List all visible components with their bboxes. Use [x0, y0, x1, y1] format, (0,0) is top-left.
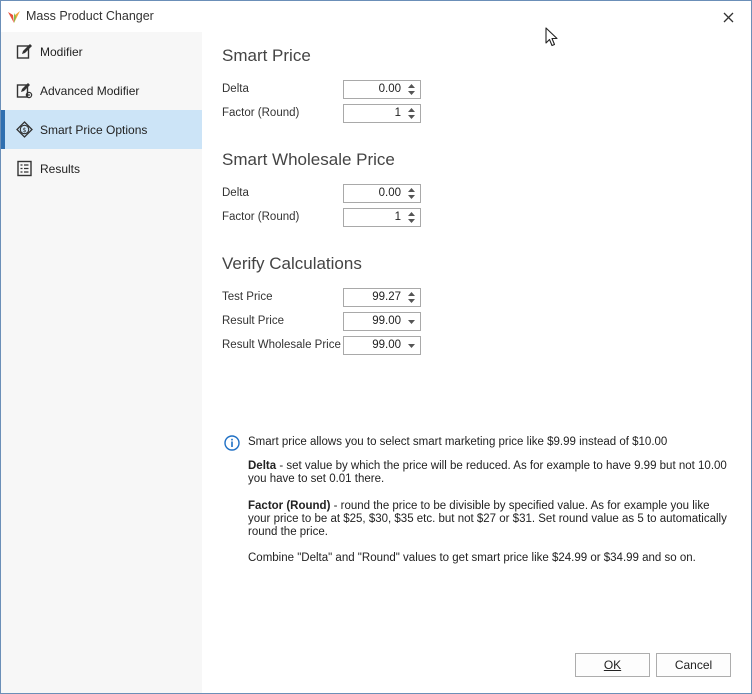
smart-price-delta-label: Delta	[222, 83, 249, 95]
spinner-arrows[interactable]	[404, 81, 420, 98]
spinner-arrows[interactable]	[404, 105, 420, 122]
spinner-value: 99.27	[372, 291, 401, 303]
result-price-label: Result Price	[222, 315, 284, 327]
section-title-smart-price: Smart Price	[222, 46, 311, 65]
chevron-down-icon	[408, 115, 415, 119]
result-wholesale-label: Result Wholesale Price	[222, 339, 341, 351]
chevron-up-icon	[408, 108, 415, 112]
chevron-down-icon	[408, 195, 415, 199]
cancel-button[interactable]: Cancel	[656, 653, 731, 677]
spinner-value: 1	[394, 211, 401, 223]
spinner-arrows[interactable]	[404, 209, 420, 226]
info-delta-term: Delta	[248, 460, 277, 472]
chevron-down-icon	[408, 299, 415, 303]
sidebar: Modifier Advanced Modifier $ Smart Price…	[1, 32, 202, 693]
smart-price-factor-spinner[interactable]: 1	[343, 104, 421, 123]
info-headline: Smart price allows you to select smart m…	[248, 436, 668, 448]
info-delta-text: - set value by which the price will be r…	[248, 460, 727, 485]
sidebar-item-label: Results	[40, 162, 81, 176]
section-title-smart-wholesale: Smart Wholesale Price	[222, 150, 395, 169]
chevron-down-icon	[408, 91, 415, 95]
info-factor-term: Factor (Round)	[248, 500, 331, 512]
wholesale-factor-label: Factor (Round)	[222, 211, 300, 223]
sidebar-item-label: Smart Price Options	[40, 123, 148, 137]
chevron-up-icon	[408, 292, 415, 296]
sidebar-item-advanced-modifier[interactable]: Advanced Modifier	[1, 71, 202, 110]
main-panel: Smart Price Delta 0.00 Factor (Round) 1 …	[202, 32, 751, 693]
test-price-spinner[interactable]: 99.27	[343, 288, 421, 307]
info-delta-paragraph: Delta - set value by which the price wil…	[248, 460, 728, 486]
spinner-value: 0.00	[378, 83, 401, 95]
mouse-cursor-icon	[545, 27, 558, 47]
sidebar-item-smart-price-options[interactable]: $ Smart Price Options	[1, 110, 202, 149]
spinner-value: 1	[394, 107, 401, 119]
sidebar-item-results[interactable]: Results	[1, 149, 202, 188]
chevron-down-icon	[408, 320, 415, 324]
advanced-edit-icon	[16, 83, 33, 99]
sidebar-item-label: Modifier	[40, 45, 83, 59]
dialog-window: Mass Product Changer Modifier Advanced M…	[0, 0, 752, 694]
close-button[interactable]	[715, 5, 741, 29]
app-logo-icon	[8, 11, 20, 23]
window-title: Mass Product Changer	[26, 9, 154, 23]
section-title-verify: Verify Calculations	[222, 254, 362, 273]
info-combine-paragraph: Combine "Delta" and "Round" values to ge…	[248, 552, 696, 564]
wholesale-delta-spinner[interactable]: 0.00	[343, 184, 421, 203]
combo-arrow[interactable]	[404, 337, 420, 354]
chevron-up-icon	[408, 188, 415, 192]
title-bar: Mass Product Changer	[1, 1, 751, 32]
smart-price-delta-spinner[interactable]: 0.00	[343, 80, 421, 99]
spinner-arrows[interactable]	[404, 289, 420, 306]
result-price-combo[interactable]: 99.00	[343, 312, 421, 331]
edit-icon	[16, 44, 32, 59]
combo-arrow[interactable]	[404, 313, 420, 330]
wholesale-delta-label: Delta	[222, 187, 249, 199]
ok-button[interactable]: OK	[575, 653, 650, 677]
chevron-up-icon	[408, 212, 415, 216]
wholesale-factor-spinner[interactable]: 1	[343, 208, 421, 227]
chevron-up-icon	[408, 84, 415, 88]
chevron-down-icon	[408, 344, 415, 348]
close-icon	[723, 12, 733, 22]
result-wholesale-combo[interactable]: 99.00	[343, 336, 421, 355]
chevron-down-icon	[408, 219, 415, 223]
smart-price-factor-label: Factor (Round)	[222, 107, 300, 119]
info-icon	[224, 435, 240, 451]
spinner-arrows[interactable]	[404, 185, 420, 202]
smart-price-icon: $	[16, 121, 33, 138]
info-factor-paragraph: Factor (Round) - round the price to be d…	[248, 500, 728, 539]
combo-value: 99.00	[372, 315, 401, 327]
spinner-value: 0.00	[378, 187, 401, 199]
results-icon	[17, 160, 32, 177]
combo-value: 99.00	[372, 339, 401, 351]
sidebar-item-label: Advanced Modifier	[40, 84, 140, 98]
sidebar-item-modifier[interactable]: Modifier	[1, 32, 202, 71]
test-price-label: Test Price	[222, 291, 273, 303]
svg-text:$: $	[22, 126, 26, 134]
